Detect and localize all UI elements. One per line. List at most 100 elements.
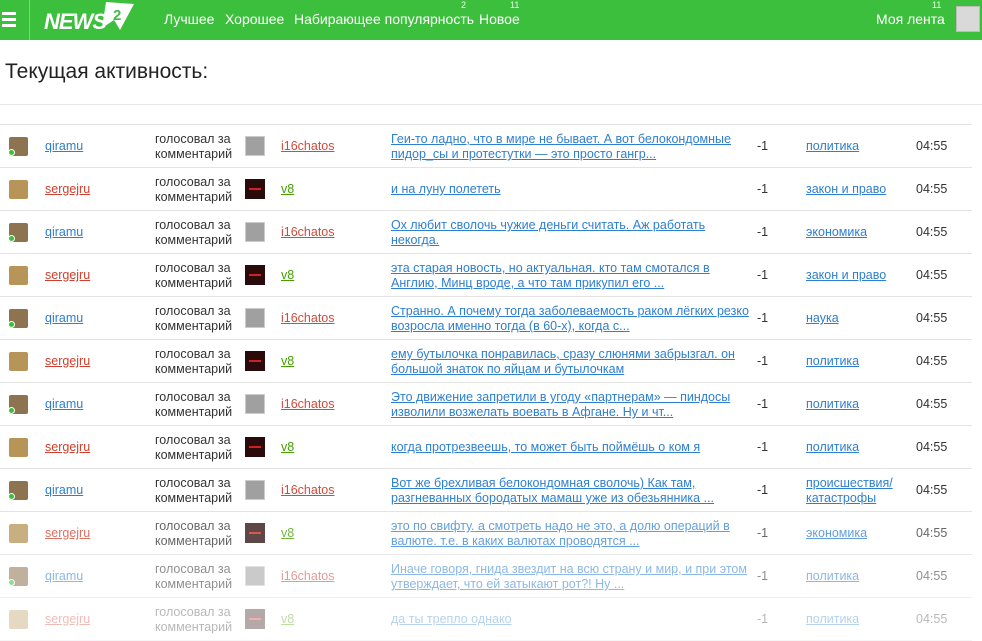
comment-link[interactable]: когда протрезвеешь, то может быть поймёш… xyxy=(391,440,751,455)
nav-my-feed[interactable]: Моя лента xyxy=(876,11,945,27)
comment-link[interactable]: да ты трепло однако xyxy=(391,612,751,627)
voter-link[interactable]: sergejru xyxy=(45,354,90,368)
target-avatar[interactable] xyxy=(245,394,265,414)
vote-value: -1 xyxy=(757,440,769,454)
voter-avatar[interactable] xyxy=(9,352,28,371)
category-link[interactable]: политика xyxy=(806,440,906,455)
time-stamp: 04:55 xyxy=(916,225,948,239)
page-title: Текущая активность: xyxy=(5,60,209,83)
voter-link[interactable]: sergejru xyxy=(45,440,90,454)
target-user-link[interactable]: i16chatos xyxy=(281,225,335,239)
target-avatar[interactable] xyxy=(245,179,265,199)
voter-link[interactable]: qiramu xyxy=(45,483,83,497)
target-avatar[interactable] xyxy=(245,222,265,242)
comment-link[interactable]: и на луну полететь xyxy=(391,182,751,197)
target-user-link[interactable]: i16chatos xyxy=(281,397,335,411)
target-avatar[interactable] xyxy=(245,265,265,285)
target-avatar[interactable] xyxy=(245,351,265,371)
action-text: голосовал за комментарий xyxy=(155,433,233,462)
online-status-icon xyxy=(8,579,15,586)
vote-value: -1 xyxy=(757,483,769,497)
voter-link[interactable]: qiramu xyxy=(45,397,83,411)
target-user-link[interactable]: i16chatos xyxy=(281,483,335,497)
voter-avatar[interactable] xyxy=(9,438,28,457)
time-stamp: 04:55 xyxy=(916,139,948,153)
action-text: голосовал за комментарий xyxy=(155,605,233,634)
target-avatar[interactable] xyxy=(245,308,265,328)
activity-row: sergejru голосовал за комментарий v8 и на … xyxy=(0,168,972,211)
comment-link[interactable]: ему бутылочка понравилась, сразу слюнями… xyxy=(391,347,751,377)
voter-link[interactable]: sergejru xyxy=(45,268,90,282)
logo-badge-icon: 2 xyxy=(102,2,134,30)
voter-avatar[interactable] xyxy=(9,524,28,543)
category-link[interactable]: экономика xyxy=(806,526,906,541)
voter-link[interactable]: sergejru xyxy=(45,526,90,540)
target-user-link[interactable]: i16chatos xyxy=(281,139,335,153)
nav-new[interactable]: Новое xyxy=(479,11,520,27)
time-stamp: 04:55 xyxy=(916,440,948,454)
target-avatar[interactable] xyxy=(245,609,265,629)
nav-rising[interactable]: Набирающее популярность xyxy=(294,11,474,27)
vote-value: -1 xyxy=(757,569,769,583)
voter-avatar[interactable] xyxy=(9,180,28,199)
target-user-link[interactable]: v8 xyxy=(281,526,294,540)
category-link[interactable]: происшествия/ катастрофы xyxy=(806,476,906,506)
category-link[interactable]: политика xyxy=(806,354,906,369)
comment-link[interactable]: Ох любит сволочь чужие деньги считать. А… xyxy=(391,218,751,248)
target-user-link[interactable]: v8 xyxy=(281,268,294,282)
comment-link[interactable]: Иначе говоря, гнида звездит на всю стран… xyxy=(391,562,751,592)
category-link[interactable]: политика xyxy=(806,397,906,412)
category-link[interactable]: закон и право xyxy=(806,182,906,197)
activity-row: sergejru голосовал за комментарий v8 ему б… xyxy=(0,340,972,383)
category-link[interactable]: экономика xyxy=(806,225,906,240)
hamburger-menu-button[interactable] xyxy=(0,0,30,40)
activity-row: sergejru голосовал за комментарий v8 да ты … xyxy=(0,598,972,641)
voter-link[interactable]: qiramu xyxy=(45,139,83,153)
target-avatar[interactable] xyxy=(245,523,265,543)
comment-link[interactable]: Это движение запретили в угоду «партнера… xyxy=(391,390,751,420)
target-user-link[interactable]: i16chatos xyxy=(281,569,335,583)
category-link[interactable]: политика xyxy=(806,569,906,584)
site-logo[interactable]: NEWS 2 xyxy=(44,0,136,40)
category-link[interactable]: политика xyxy=(806,139,906,154)
target-user-link[interactable]: v8 xyxy=(281,182,294,196)
target-user-link[interactable]: v8 xyxy=(281,612,294,626)
comment-link[interactable]: Странно. А почему тогда заболеваемость р… xyxy=(391,304,751,334)
category-link[interactable]: политика xyxy=(806,612,906,627)
time-stamp: 04:55 xyxy=(916,612,948,626)
activity-row: sergejru голосовал за комментарий v8 эта ст… xyxy=(0,254,972,297)
vote-value: -1 xyxy=(757,354,769,368)
category-link[interactable]: наука xyxy=(806,311,906,326)
comment-link[interactable]: Геи-то ладно, что в мире не бывает. А во… xyxy=(391,132,751,162)
nav-new-count: 11 xyxy=(510,0,520,10)
vote-value: -1 xyxy=(757,139,769,153)
voter-link[interactable]: qiramu xyxy=(45,311,83,325)
vote-value: -1 xyxy=(757,397,769,411)
time-stamp: 04:55 xyxy=(916,397,948,411)
divider xyxy=(0,104,982,105)
activity-row: sergejru голосовал за комментарий v8 это по… xyxy=(0,512,972,555)
voter-link[interactable]: qiramu xyxy=(45,225,83,239)
target-avatar[interactable] xyxy=(245,566,265,586)
target-avatar[interactable] xyxy=(245,136,265,156)
voter-link[interactable]: qiramu xyxy=(45,569,83,583)
activity-list: qiramu голосовал за комментарий i16chatos Г… xyxy=(0,124,972,641)
voter-link[interactable]: sergejru xyxy=(45,182,90,196)
user-avatar[interactable] xyxy=(956,6,980,32)
target-user-link[interactable]: v8 xyxy=(281,354,294,368)
comment-link[interactable]: это по свифту. а смотреть надо не это, а… xyxy=(391,519,751,549)
target-avatar[interactable] xyxy=(245,437,265,457)
action-text: голосовал за комментарий xyxy=(155,218,233,247)
comment-link[interactable]: эта старая новость, но актуальная. кто т… xyxy=(391,261,751,291)
activity-row: qiramu голосовал за комментарий i16chatos О… xyxy=(0,211,972,254)
voter-avatar[interactable] xyxy=(9,610,28,629)
target-user-link[interactable]: v8 xyxy=(281,440,294,454)
voter-link[interactable]: sergejru xyxy=(45,612,90,626)
target-user-link[interactable]: i16chatos xyxy=(281,311,335,325)
voter-avatar[interactable] xyxy=(9,266,28,285)
nav-best[interactable]: Лучшее xyxy=(164,11,214,27)
comment-link[interactable]: Вот же брехливая белокондомная сволочь) … xyxy=(391,476,751,506)
nav-good[interactable]: Хорошее xyxy=(225,11,284,27)
target-avatar[interactable] xyxy=(245,480,265,500)
category-link[interactable]: закон и право xyxy=(806,268,906,283)
